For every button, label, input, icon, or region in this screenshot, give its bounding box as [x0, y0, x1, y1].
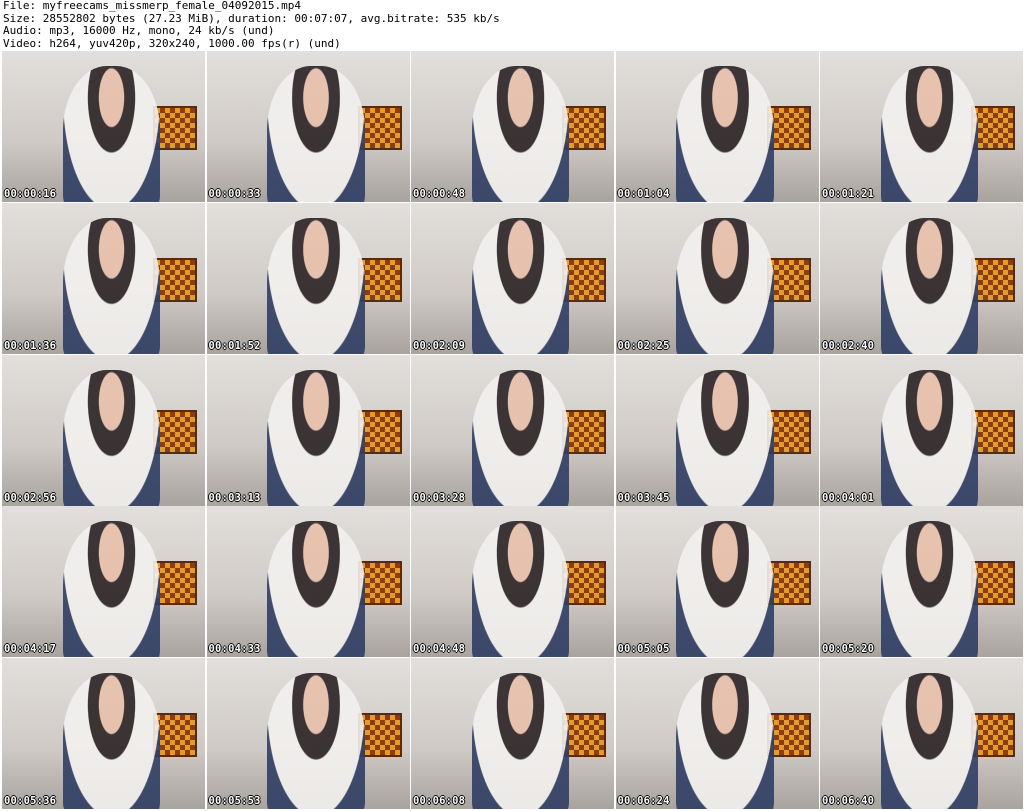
- frame-timestamp: 00:05:20: [822, 643, 875, 656]
- video-frame-thumbnail: 00:03:28: [411, 354, 614, 506]
- video-frame-thumbnail: 00:05:05: [615, 506, 819, 658]
- video-frame-thumbnail: 00:03:45: [615, 354, 819, 506]
- frame-subject: [676, 66, 774, 202]
- frame-subject: [676, 369, 774, 506]
- frame-subject: [267, 217, 365, 354]
- frame-timestamp: 00:01:04: [617, 188, 670, 200]
- frame-timestamp: 00:05:53: [208, 795, 261, 807]
- frame-timestamp: 00:02:25: [617, 339, 670, 352]
- thumbnail-grid: 00:00:16 00:00:33 00:00:48 00:01:04 00:01:21…: [2, 51, 1023, 809]
- video-frame-thumbnail: 00:02:25: [615, 202, 819, 354]
- frame-subject: [62, 66, 161, 202]
- file-name-line: File: myfreecams_missmerp_female_0409201…: [3, 0, 302, 12]
- video-frame-thumbnail: 00:01:21: [820, 51, 1023, 202]
- frame-timestamp: 00:01:36: [4, 339, 57, 352]
- video-frame-thumbnail: 00:02:56: [2, 354, 205, 506]
- frame-subject: [880, 66, 979, 202]
- video-frame-thumbnail: 00:01:36: [2, 202, 205, 354]
- frame-timestamp: 00:00:16: [4, 188, 57, 200]
- frame-subject: [62, 369, 161, 506]
- frame-timestamp: 00:05:36: [4, 795, 57, 807]
- video-frame-thumbnail: 00:05:20: [820, 506, 1023, 658]
- video-frame-thumbnail: 00:03:13: [206, 354, 410, 506]
- video-info-line: Video: h264, yuv420p, 320x240, 1000.00 f…: [3, 36, 341, 50]
- frame-timestamp: 00:01:52: [208, 339, 261, 352]
- video-frame-thumbnail: 00:00:48: [411, 51, 614, 202]
- video-frame-thumbnail: 00:05:53: [206, 658, 410, 809]
- video-frame-thumbnail: 00:05:36: [2, 658, 205, 809]
- frame-subject: [471, 521, 570, 658]
- frame-subject: [880, 217, 979, 354]
- frame-timestamp: 00:03:45: [617, 491, 670, 504]
- frame-subject: [880, 673, 979, 809]
- frame-subject: [62, 217, 161, 354]
- video-frame-thumbnail: 00:04:01: [820, 354, 1023, 506]
- frame-timestamp: 00:03:28: [413, 491, 466, 504]
- frame-subject: [471, 369, 570, 506]
- video-frame-thumbnail: 00:06:08: [411, 658, 614, 809]
- video-frame-thumbnail: 00:04:33: [206, 506, 410, 658]
- video-frame-thumbnail: 00:01:04: [615, 51, 819, 202]
- frame-subject: [471, 66, 570, 202]
- video-frame-thumbnail: 00:00:16: [2, 51, 205, 202]
- frame-timestamp: 00:00:48: [413, 188, 466, 200]
- frame-timestamp: 00:02:09: [413, 339, 466, 352]
- video-frame-thumbnail: 00:02:09: [411, 202, 614, 354]
- frame-timestamp: 00:04:33: [208, 643, 261, 656]
- video-frame-thumbnail: 00:02:40: [820, 202, 1023, 354]
- frame-subject: [62, 673, 161, 809]
- frame-subject: [267, 521, 365, 658]
- frame-timestamp: 00:04:17: [4, 643, 57, 656]
- frame-timestamp: 00:03:13: [208, 491, 261, 504]
- frame-subject: [471, 673, 570, 809]
- frame-subject: [676, 673, 774, 809]
- frame-timestamp: 00:01:21: [822, 188, 875, 200]
- frame-subject: [471, 217, 570, 354]
- frame-timestamp: 00:06:40: [822, 795, 875, 807]
- video-frame-thumbnail: 00:04:48: [411, 506, 614, 658]
- file-info-header: File: myfreecams_missmerp_female_0409201…: [3, 0, 500, 50]
- frame-subject: [267, 66, 365, 202]
- video-frame-thumbnail: 00:06:40: [820, 658, 1023, 809]
- audio-info-line: Audio: mp3, 16000 Hz, mono, 24 kb/s (und…: [3, 24, 275, 37]
- frame-subject: [880, 369, 979, 506]
- video-frame-thumbnail: 00:01:52: [206, 202, 410, 354]
- frame-timestamp: 00:06:08: [413, 795, 466, 807]
- frame-subject: [267, 369, 365, 506]
- frame-timestamp: 00:02:40: [822, 339, 875, 352]
- frame-timestamp: 00:04:48: [413, 643, 466, 656]
- frame-subject: [267, 673, 365, 809]
- video-frame-thumbnail: 00:04:17: [2, 506, 205, 658]
- frame-timestamp: 00:04:01: [822, 491, 875, 504]
- video-frame-thumbnail: 00:06:24: [615, 658, 819, 809]
- frame-subject: [676, 521, 774, 658]
- frame-timestamp: 00:02:56: [4, 491, 57, 504]
- frame-timestamp: 00:05:05: [617, 643, 670, 656]
- frame-timestamp: 00:06:24: [617, 795, 670, 807]
- frame-subject: [880, 521, 979, 658]
- video-frame-thumbnail: 00:00:33: [206, 51, 410, 202]
- frame-subject: [62, 521, 161, 658]
- frame-subject: [676, 217, 774, 354]
- frame-timestamp: 00:00:33: [208, 188, 261, 200]
